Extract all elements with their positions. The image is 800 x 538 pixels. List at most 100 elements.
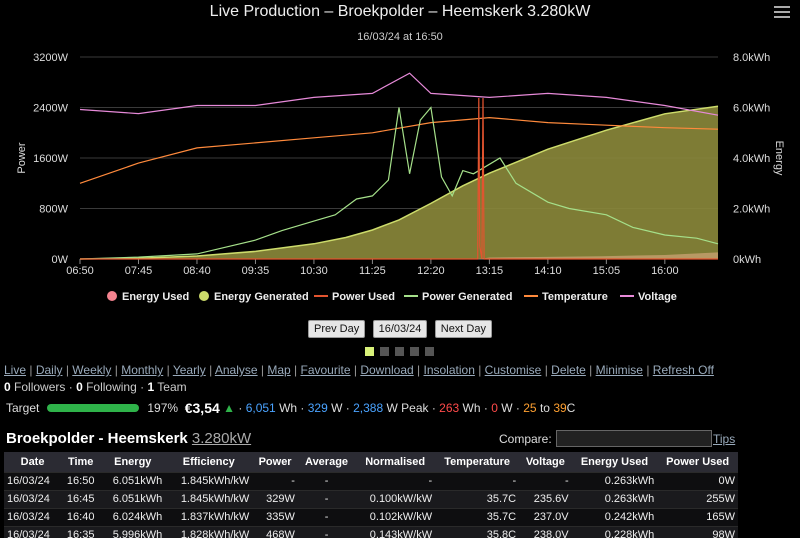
prev-day-button[interactable]: Prev Day bbox=[307, 320, 366, 338]
w-peak-unit: W Peak bbox=[386, 401, 429, 415]
link-favourite[interactable]: Favourite bbox=[301, 363, 351, 377]
link-yearly[interactable]: Yearly bbox=[173, 363, 206, 377]
power-used-value: 0 bbox=[491, 401, 498, 415]
page-dot-1[interactable] bbox=[365, 347, 374, 356]
w-unit: W bbox=[331, 401, 343, 415]
link-separator: | bbox=[290, 363, 301, 377]
table-cell: 1.845kWh/kW bbox=[165, 489, 253, 508]
table-cell: 35.8C bbox=[435, 525, 520, 538]
followers-count: 0 bbox=[4, 380, 11, 394]
target-row: Target 197% €3,54 ▲ · 6,051 Wh · 329 W ·… bbox=[6, 400, 576, 416]
link-separator: | bbox=[541, 363, 552, 377]
page-dot-5[interactable] bbox=[425, 347, 434, 356]
table-row: 16/03/24 16:50 6.051kWh 1.845kWh/kW - - - - -0.2… bbox=[4, 471, 738, 490]
link-minimise[interactable]: Minimise bbox=[596, 363, 643, 377]
legend-item[interactable]: Power Generated bbox=[422, 291, 512, 303]
column-header[interactable]: Energy bbox=[100, 452, 166, 472]
following-label: Following bbox=[86, 380, 137, 394]
link-refresh-off[interactable]: Refresh Off bbox=[653, 363, 714, 377]
table-cell: 6.051kWh bbox=[100, 489, 166, 508]
column-header[interactable]: Time bbox=[61, 452, 101, 472]
link-map[interactable]: Map bbox=[267, 363, 290, 377]
column-header[interactable]: Normalised bbox=[355, 452, 436, 472]
table-cell: 0.228kWh bbox=[571, 525, 658, 538]
legend-item[interactable]: Energy Generated bbox=[214, 291, 309, 303]
compare-input[interactable] bbox=[555, 430, 712, 447]
y-tick-right: 2.0kWh bbox=[733, 204, 770, 216]
table-header-row: Date Time Energy Efficiency Power Average Norm… bbox=[4, 452, 738, 472]
y-tick-left: 3200W bbox=[33, 52, 68, 64]
x-tick-label: 16:00 bbox=[651, 265, 679, 277]
table-cell: 0.100kW/kW bbox=[355, 489, 436, 508]
column-header[interactable]: Energy Used bbox=[571, 452, 658, 472]
link-daily[interactable]: Daily bbox=[36, 363, 63, 377]
link-separator: | bbox=[642, 363, 653, 377]
table-cell: 468W bbox=[252, 525, 298, 538]
link-weekly[interactable]: Weekly bbox=[72, 363, 111, 377]
followers-label: Followers bbox=[14, 380, 66, 394]
y-axis-label-right: Energy bbox=[773, 141, 785, 176]
chart-title: Live Production – Broekpolder – Heemsker… bbox=[210, 3, 592, 20]
link-insolation[interactable]: Insolation bbox=[424, 363, 475, 377]
temp-max-value: 39 bbox=[553, 401, 567, 415]
link-separator: | bbox=[111, 363, 122, 377]
chart-subtitle: 16/03/24 at 16:50 bbox=[357, 31, 443, 43]
link-monthly[interactable]: Monthly bbox=[121, 363, 163, 377]
menu-icon[interactable] bbox=[774, 6, 790, 20]
temp-min-value: 25 bbox=[523, 401, 537, 415]
page-dot-3[interactable] bbox=[395, 347, 404, 356]
link-download[interactable]: Download bbox=[360, 363, 413, 377]
column-header[interactable]: Power Used bbox=[657, 452, 738, 472]
page-dot-4[interactable] bbox=[410, 347, 419, 356]
link-separator: | bbox=[62, 363, 73, 377]
legend-marker-circle bbox=[199, 291, 209, 301]
table-cell: 16/03/24 bbox=[4, 525, 62, 538]
site-size-link[interactable]: 3.280kW bbox=[192, 430, 251, 447]
next-day-button[interactable]: Next Day bbox=[434, 320, 492, 338]
table-cell: 5.996kWh bbox=[100, 525, 166, 538]
table-cell: - bbox=[297, 525, 356, 538]
column-header[interactable]: Power bbox=[252, 452, 298, 472]
series-energy-generated-area bbox=[80, 106, 718, 259]
legend-item[interactable]: Power Used bbox=[332, 291, 395, 303]
legend-item[interactable]: Energy Used bbox=[122, 291, 189, 303]
legend-item[interactable]: Voltage bbox=[638, 291, 677, 303]
y-tick-left: 1600W bbox=[33, 153, 68, 165]
output-table: Date Time Energy Efficiency Power Average Norm… bbox=[4, 452, 738, 538]
wh-unit: Wh bbox=[279, 401, 298, 415]
link-analyse[interactable]: Analyse bbox=[215, 363, 258, 377]
energy-generated-value: 6,051 bbox=[245, 401, 276, 415]
table-cell: 0.242kWh bbox=[571, 507, 658, 526]
column-header[interactable]: Date bbox=[4, 452, 62, 472]
table-cell: 235.6V bbox=[519, 489, 572, 508]
table-cell: 98W bbox=[657, 525, 738, 538]
y-tick-right: 4.0kWh bbox=[733, 153, 770, 165]
link-delete[interactable]: Delete bbox=[551, 363, 586, 377]
x-tick-label: 08:40 bbox=[183, 265, 211, 277]
y-tick-right: 6.0kWh bbox=[733, 103, 770, 115]
link-separator: | bbox=[350, 363, 361, 377]
table-cell: 237.0V bbox=[519, 507, 572, 526]
table-cell: 1.837kWh/kW bbox=[165, 507, 253, 526]
table-cell: 0.102kW/kW bbox=[355, 507, 436, 526]
tips-link[interactable]: Tips bbox=[713, 432, 735, 446]
link-customise[interactable]: Customise bbox=[485, 363, 542, 377]
link-separator: | bbox=[205, 363, 215, 377]
table-row: 16/03/24 16:45 6.051kWh 1.845kWh/kW 329W -0.1… bbox=[4, 489, 738, 508]
x-tick-label: 14:10 bbox=[534, 265, 562, 277]
table-cell: 1.828kWh/kW bbox=[165, 525, 253, 538]
page-dot-2[interactable] bbox=[380, 347, 389, 356]
table-cell: 16/03/24 bbox=[4, 489, 62, 508]
table-body: 16/03/24 16:50 6.051kWh 1.845kWh/kW - - - - -0.2… bbox=[4, 471, 738, 538]
legend-item[interactable]: Temperature bbox=[542, 291, 608, 303]
column-header[interactable]: Voltage bbox=[519, 452, 572, 472]
column-header[interactable]: Average bbox=[297, 452, 356, 472]
table-cell: 35.7C bbox=[435, 489, 520, 508]
column-header[interactable]: Temperature bbox=[435, 452, 520, 472]
x-tick-label: 09:35 bbox=[242, 265, 270, 277]
column-header[interactable]: Efficiency bbox=[165, 452, 253, 472]
date-button[interactable]: 16/03/24 bbox=[372, 320, 428, 338]
table-cell: 16:40 bbox=[61, 507, 101, 526]
x-tick-label: 06:50 bbox=[66, 265, 94, 277]
link-live[interactable]: Live bbox=[4, 363, 26, 377]
